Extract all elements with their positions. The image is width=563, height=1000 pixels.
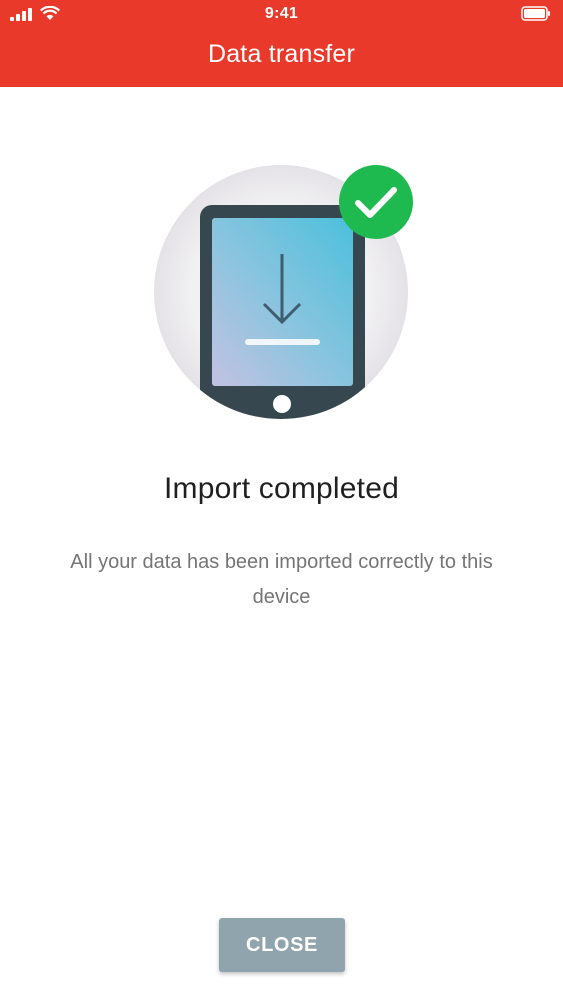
app-header: 9:41 Data transfer [0, 0, 563, 87]
status-bar: 9:41 [0, 0, 563, 32]
completion-heading: Import completed [164, 472, 399, 505]
status-battery [521, 6, 551, 26]
status-time: 9:41 [264, 5, 299, 22]
import-illustration [154, 162, 419, 422]
close-button[interactable]: CLOSE [219, 918, 345, 972]
battery-icon [521, 6, 550, 21]
tablet-download-icon [200, 205, 365, 419]
completion-message: All your data has been imported correctl… [70, 551, 493, 608]
checkmark-icon [339, 165, 413, 239]
page-title: Data transfer [207, 40, 356, 68]
